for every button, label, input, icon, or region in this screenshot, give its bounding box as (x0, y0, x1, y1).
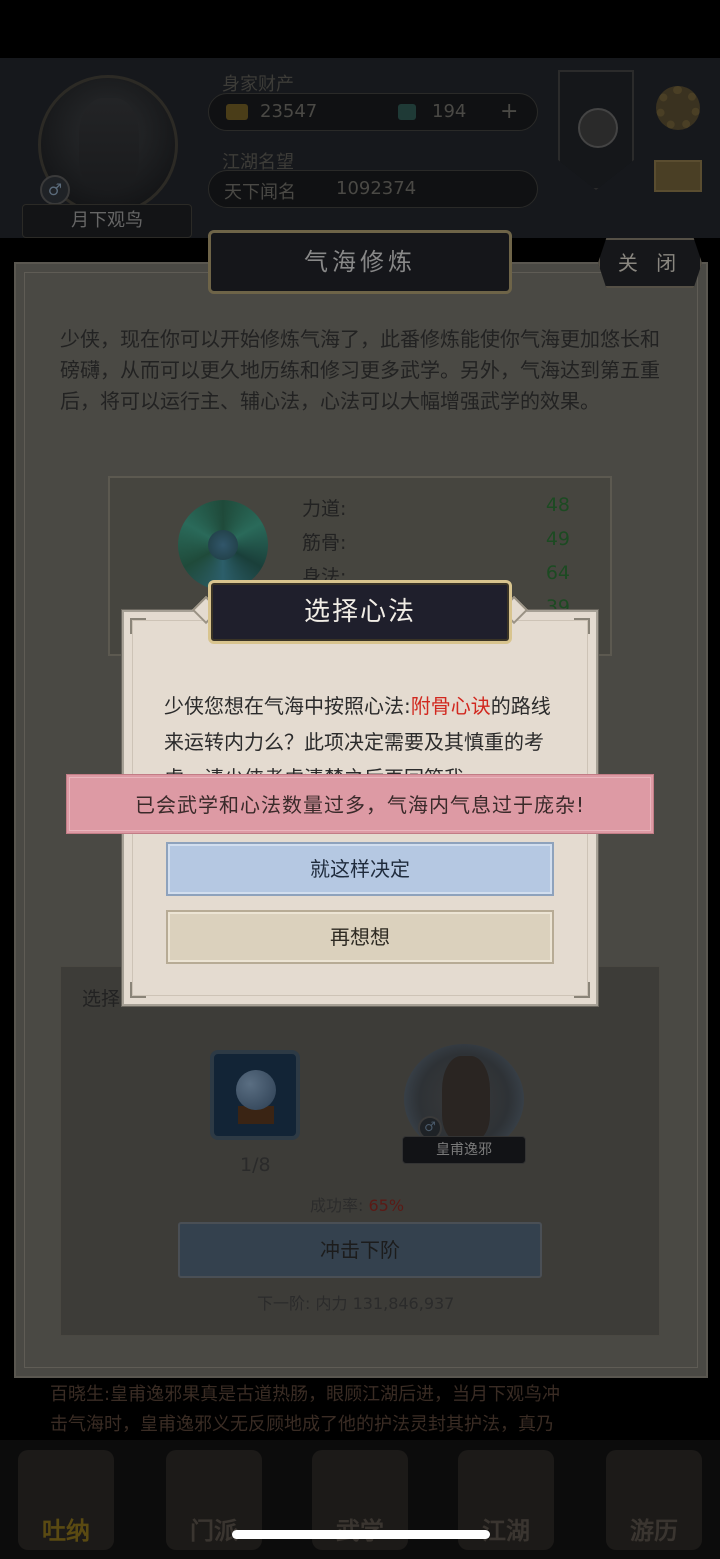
nav-tab-label: 江湖 (482, 1517, 530, 1545)
item-count: 1/8 (240, 1154, 271, 1176)
panel-title: 气海修炼 (208, 230, 512, 294)
fame-title: 天下闻名 (224, 182, 296, 203)
mind-method-name: 附骨心诀 (410, 694, 491, 718)
yin-yang-icon (578, 108, 618, 148)
jade-value: 194 (432, 101, 467, 122)
nav-tab-label: 门派 (190, 1517, 238, 1545)
warning-toast: 已会武学和心法数量过多，气海内气息过于庞杂! (66, 774, 654, 834)
add-currency-button[interactable]: + (500, 99, 518, 124)
stat-value-strength: 48 (545, 494, 570, 516)
home-indicator[interactable] (232, 1530, 490, 1539)
jade-icon (398, 104, 416, 120)
player-name: 月下观鸟 (22, 204, 192, 238)
portrait-head (442, 1056, 490, 1140)
next-tier-requirement: 下一阶: 内力 131,846,937 (257, 1294, 455, 1313)
mail-icon[interactable] (654, 160, 702, 192)
fame-value: 1092374 (336, 178, 417, 199)
success-rate: 成功率: 65% (310, 1192, 404, 1216)
nav-tab-label: 吐纳 (42, 1517, 90, 1545)
gold-value: 23547 (260, 101, 318, 122)
crystal-orb-item-slot[interactable] (210, 1050, 300, 1140)
corner-ornament (130, 982, 146, 998)
stat-value-constitution: 49 (545, 528, 570, 550)
qihai-vortex-icon (178, 500, 268, 590)
success-rate-label: 成功率: (310, 1196, 369, 1215)
rethink-button[interactable]: 再想想 (166, 910, 554, 964)
nav-tab-breathe[interactable]: 吐纳 (18, 1450, 114, 1550)
nav-tab-label: 游历 (630, 1517, 678, 1545)
stat-label-constitution: 筋骨: (302, 532, 347, 554)
stat-label-strength: 力道: (302, 498, 347, 520)
breakthrough-section (60, 966, 660, 1336)
success-rate-value: 65% (368, 1196, 405, 1215)
wealth-bar (208, 93, 538, 131)
news-line-1: 百晓生:皇甫逸邪果真是古道热肠，眼顾江湖后进，当月下观鸟冲 (50, 1384, 561, 1405)
corner-ornament (130, 618, 146, 634)
choose-label: 选择 (82, 988, 121, 1010)
stat-value-agility: 64 (545, 562, 570, 584)
breakthrough-button[interactable]: 冲击下阶 (178, 1222, 542, 1278)
dialog-title: 选择心法 (303, 597, 416, 627)
male-icon: ♂ (40, 175, 70, 205)
close-button[interactable]: 关 闭 (598, 238, 702, 288)
dialog-message-prefix: 少侠您想在气海中按照心法: (164, 694, 411, 718)
nav-tab-label: 武学 (312, 1511, 408, 1546)
avatar-face (79, 98, 139, 188)
news-ticker: 百晓生:皇甫逸邪果真是古道热肠，眼顾江湖后进，当月下观鸟冲 击气海时，皇甫逸邪义… (50, 1380, 690, 1440)
crystal-orb-icon (236, 1070, 276, 1110)
settings-gear-icon[interactable] (656, 86, 700, 130)
news-line-2: 击气海时，皇甫逸邪义无反顾地成了他的护法灵封其护法，真乃 (50, 1414, 554, 1435)
intro-text: 少侠，现在你可以开始修炼气海了，此番修炼能使你气海更加悠长和磅礴，从而可以更久地… (60, 327, 660, 413)
status-bar (0, 0, 720, 58)
corner-ornament (574, 982, 590, 998)
confirm-button[interactable]: 就这样决定 (166, 842, 554, 896)
helper-name: 皇甫逸邪 (402, 1136, 526, 1164)
nav-tab-travel[interactable]: 游历 (606, 1450, 702, 1550)
gold-ingot-icon (226, 104, 248, 120)
corner-ornament (574, 618, 590, 634)
